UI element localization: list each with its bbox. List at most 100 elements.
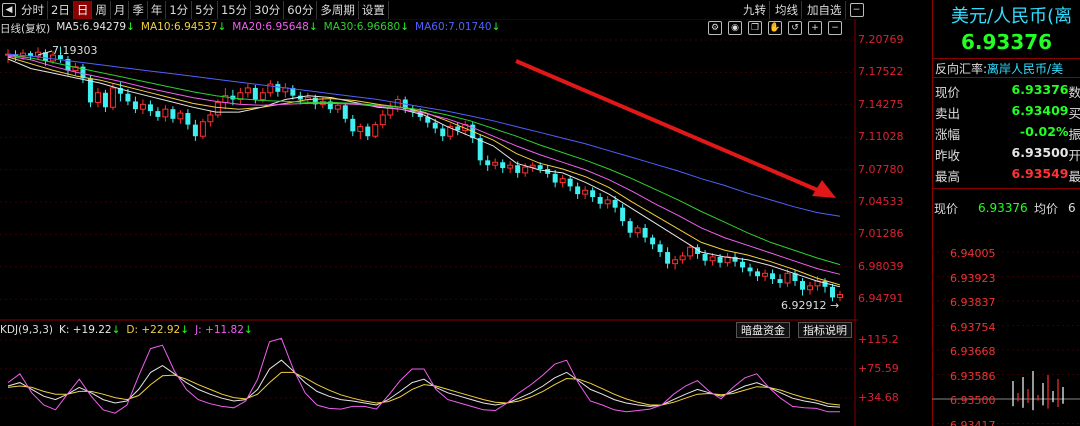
kdj-tick-label: +75.59	[858, 362, 899, 375]
candle-body	[125, 93, 131, 102]
divider	[933, 188, 1080, 189]
candle-body	[800, 281, 806, 290]
candle-body	[185, 113, 191, 125]
candle-body	[612, 199, 618, 208]
candle-body	[357, 126, 364, 132]
candle-body	[199, 121, 206, 137]
candle-body	[672, 259, 679, 265]
kdj-d-value: D: +22.92↓	[126, 324, 190, 336]
candle-body	[529, 164, 536, 168]
mini-tick-label: 6.93586	[950, 369, 996, 383]
candle-body	[342, 105, 348, 119]
ma-line-ma30	[7, 54, 841, 266]
candle-body	[740, 261, 746, 268]
mini-tick-label: 6.93754	[950, 320, 996, 334]
candle-body	[582, 189, 589, 195]
candle-body	[837, 294, 843, 298]
price-tick-label: 6.94791	[858, 292, 904, 306]
candle-body	[94, 92, 101, 103]
candle-body	[492, 161, 499, 166]
candle-body	[177, 112, 184, 120]
quote-tail: 买	[1068, 106, 1080, 121]
candle-body	[109, 87, 116, 108]
candle-body	[259, 92, 266, 101]
candle-body	[372, 124, 379, 137]
candle-body	[500, 162, 506, 169]
candle-body	[379, 114, 386, 126]
candle-body	[665, 252, 671, 264]
candle-body	[830, 286, 836, 298]
reverse-rate-link[interactable]: 离岸人民币/美	[987, 60, 1063, 77]
candle-body	[244, 87, 251, 94]
mini-tick-label: 6.93923	[950, 271, 996, 285]
kdj-k-line	[7, 359, 841, 408]
candlestick-chart[interactable]: 7.19303 6.92912 →	[0, 0, 858, 426]
instrument-title: 美元/人民币(离	[951, 6, 1073, 27]
candle-body	[634, 227, 641, 234]
candle-body	[522, 166, 529, 174]
candle-body	[657, 244, 663, 253]
price-tick-label: 7.07780	[858, 162, 904, 176]
quote-value: 6.93500	[1011, 145, 1069, 160]
price-tick-label: 6.98039	[858, 259, 904, 273]
candle-body	[350, 118, 356, 132]
candle-body	[275, 84, 281, 92]
candle-body	[784, 272, 791, 284]
candle-body	[702, 254, 708, 261]
current-price: 6.93376	[961, 30, 1053, 54]
candle-body	[139, 103, 146, 110]
candle-body	[567, 178, 573, 187]
mini-tick-label: 6.93417	[950, 418, 996, 426]
candle-body	[747, 267, 753, 272]
kdj-title: KDJ(9,3,3)	[0, 324, 53, 336]
price-tick-label: 7.11028	[858, 130, 904, 144]
quote-label: 卖出	[935, 106, 961, 121]
mini-avg: 6	[1068, 201, 1076, 215]
quote-row-0: 现价 6.93376 数	[935, 82, 1080, 102]
candle-body	[559, 178, 566, 184]
candle-body	[807, 285, 814, 291]
candle-body	[650, 237, 656, 245]
kdj-j-line	[7, 337, 840, 414]
quote-row-2: 涨幅 -0.02% 振	[935, 124, 1080, 144]
quote-value: 6.93549	[1011, 166, 1069, 181]
kdj-j-value: J: +11.82↓	[195, 324, 253, 336]
candle-body	[709, 256, 716, 262]
ma-line-ma5	[7, 58, 841, 288]
candle-body	[515, 165, 521, 173]
candle-body	[155, 111, 161, 117]
quote-value: 6.93409	[1011, 103, 1069, 118]
candle-body	[214, 101, 221, 116]
quote-row-4: 最高 6.93549 最	[935, 166, 1080, 186]
quote-label: 涨幅	[935, 127, 961, 142]
kdj-tick-label: +34.68	[858, 391, 899, 404]
mini-tick-label: 6.94005	[950, 247, 996, 260]
candle-body	[207, 114, 214, 123]
candle-body	[485, 160, 491, 166]
ma-line-ma10	[7, 56, 841, 286]
candle-body	[762, 272, 769, 277]
price-tick-label: 7.01286	[858, 227, 904, 241]
dark-capital-button[interactable]: 暗盘资金	[736, 322, 790, 338]
reverse-rate[interactable]: 反向汇率: 离岸人民币/美	[933, 58, 1080, 78]
candle-body	[192, 124, 198, 137]
candle-body	[777, 279, 783, 283]
kdj-tick-label: +115.2	[858, 333, 899, 346]
indicator-help-button[interactable]: 指标说明	[798, 322, 852, 338]
candle-body	[575, 186, 581, 195]
high-label: 7.19303	[52, 44, 98, 57]
quote-row-3: 昨收 6.93500 开	[935, 145, 1080, 165]
candle-body	[170, 109, 176, 119]
candle-body	[537, 165, 543, 170]
candle-body	[770, 273, 776, 280]
candle-body	[679, 255, 686, 261]
mini-tick-label: 6.93500	[950, 394, 996, 407]
mini-price-label: 现价	[934, 201, 959, 216]
quote-tail: 振	[1068, 127, 1080, 142]
price-tick-label: 7.14275	[858, 97, 904, 111]
mini-header: 现价 6.93376 均价 6	[932, 198, 1076, 218]
ma-line-ma20	[7, 55, 841, 275]
candle-body	[507, 164, 514, 169]
candle-body	[620, 207, 626, 222]
candle-body	[432, 122, 438, 129]
